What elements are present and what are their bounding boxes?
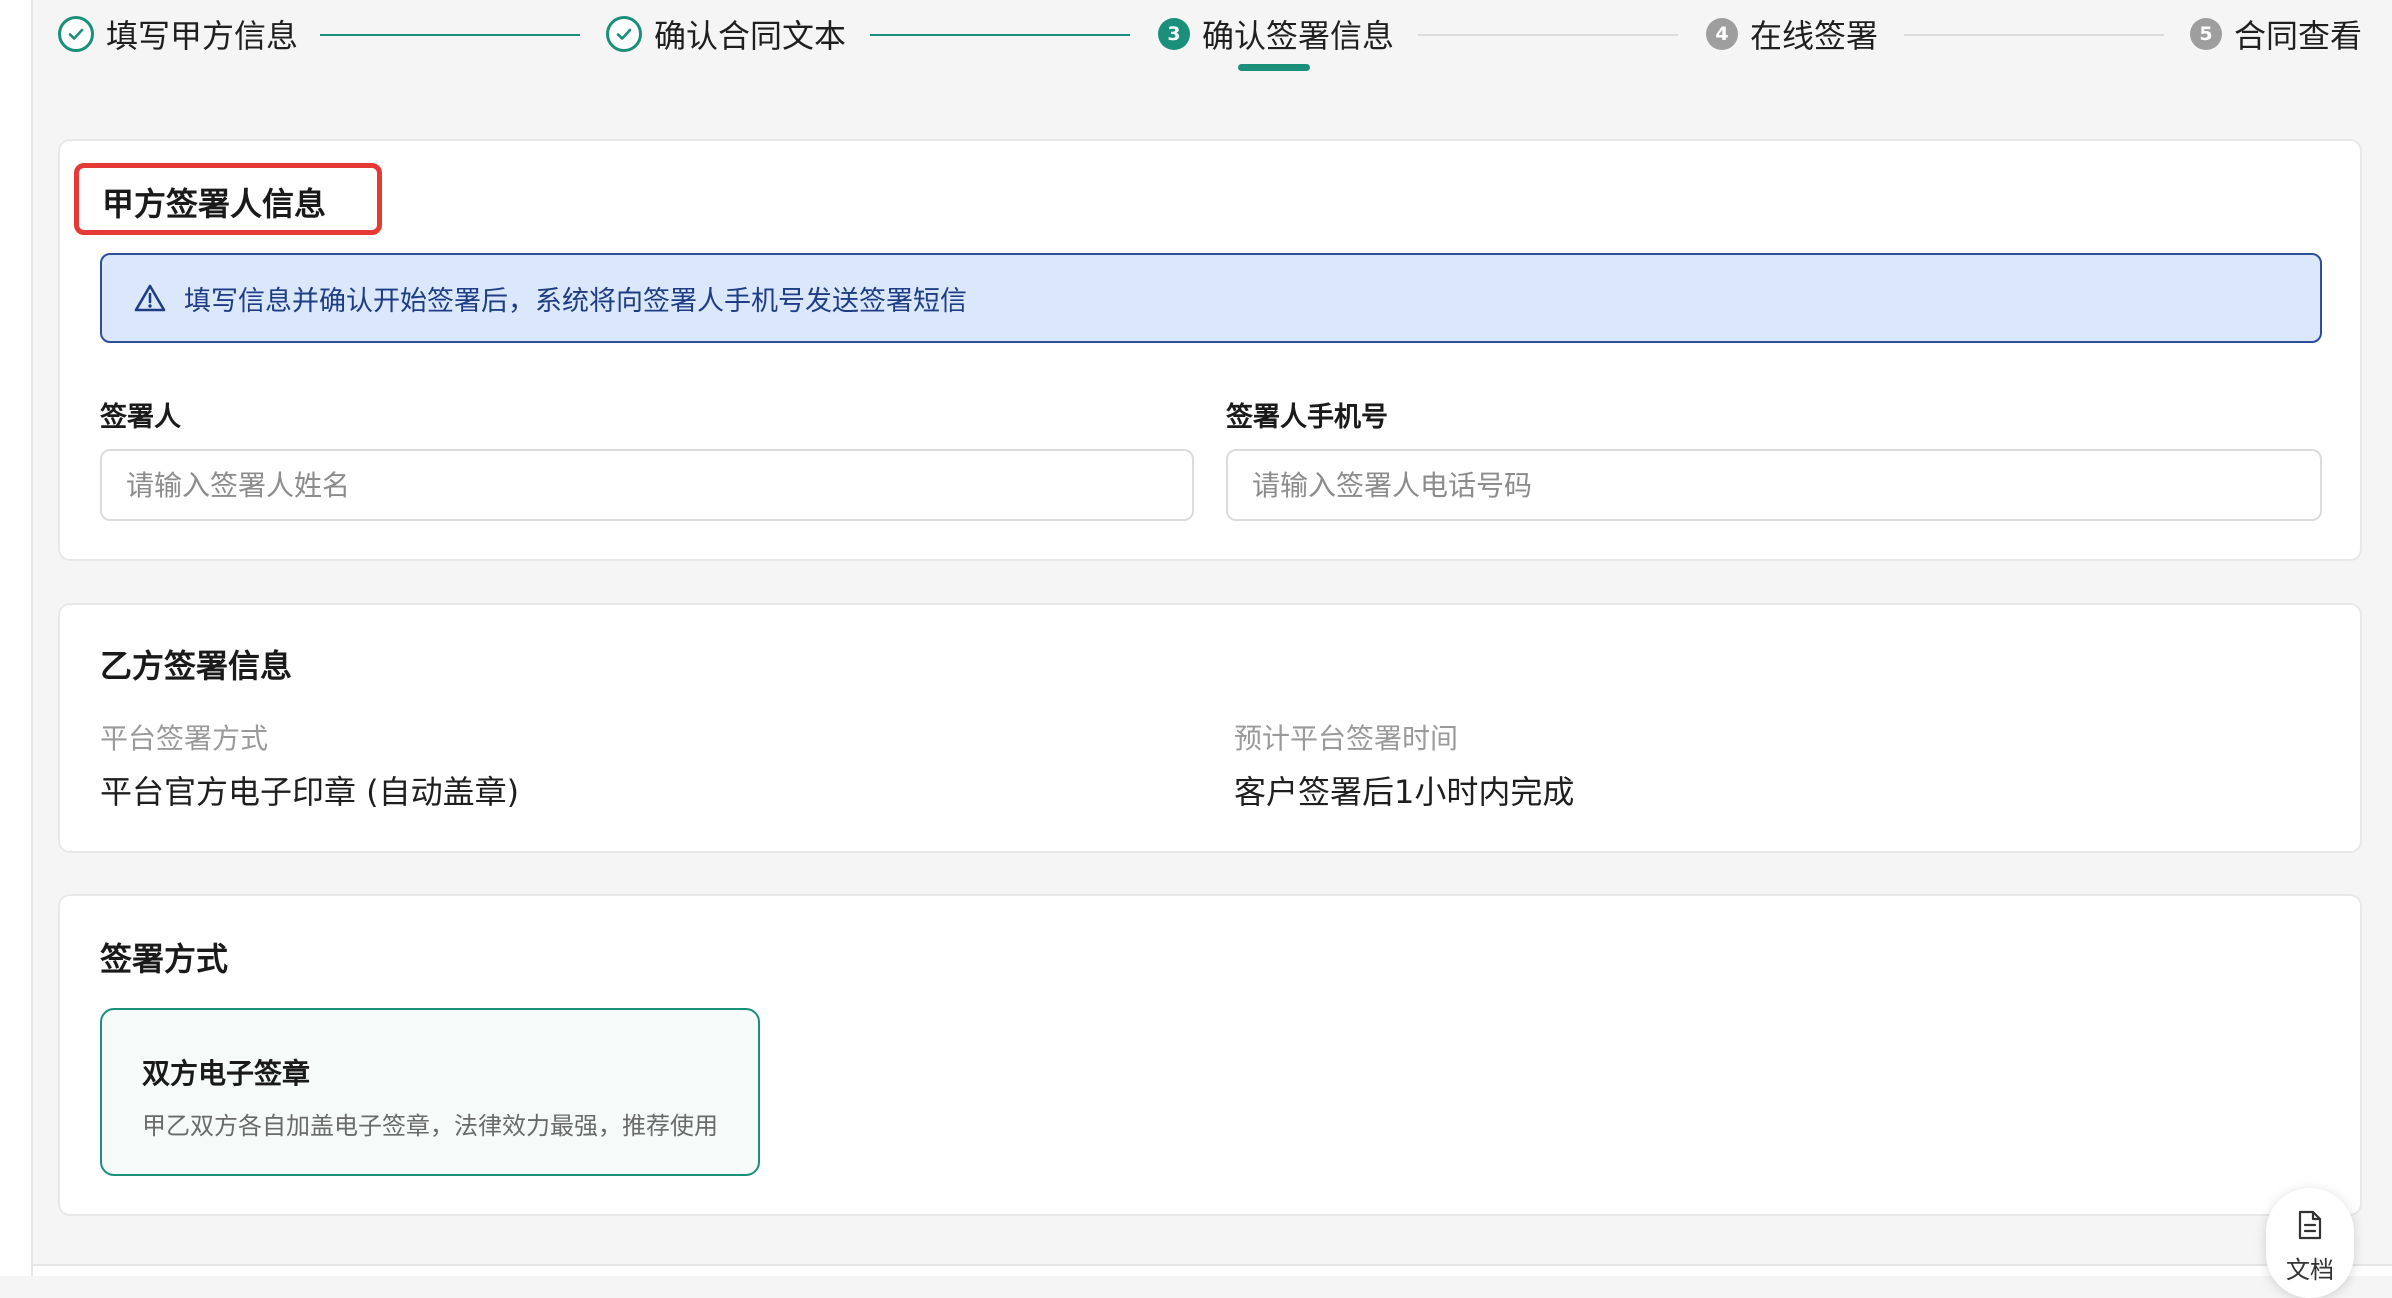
step-label: 确认合同文本	[654, 17, 847, 55]
party-a-signer-card: 甲方签署人信息 填写信息并确认开始签署后，系统将向签署人手机号发送签署短信 签署…	[58, 139, 2362, 561]
method-option-description: 甲乙双方各自加盖电子签章，法律效力最强，推荐使用	[142, 1112, 718, 1140]
doc-floating-button[interactable]: 文档	[2266, 1188, 2354, 1298]
step-connector	[320, 34, 580, 36]
info-alert: 填写信息并确认开始签署后，系统将向签署人手机号发送签署短信	[100, 253, 2322, 343]
signer-phone-input[interactable]	[1226, 449, 2322, 521]
step-fill-party-a[interactable]: 填写甲方信息	[58, 8, 298, 60]
step-confirm-contract[interactable]: 确认合同文本	[606, 8, 846, 60]
platform-method-label: 平台签署方式	[100, 722, 269, 755]
step-label: 确认签署信息	[1202, 17, 1395, 55]
section-title: 乙方签署信息	[100, 647, 293, 685]
step-label: 填写甲方信息	[106, 17, 299, 55]
platform-method-value: 平台官方电子印章 (自动盖章)	[100, 773, 520, 811]
step-number-badge: 5	[2190, 18, 2222, 50]
section-title: 签署方式	[100, 940, 229, 978]
document-icon	[2297, 1210, 2323, 1244]
estimated-time-value: 客户签署后1小时内完成	[1234, 773, 1575, 811]
signing-method-card: 签署方式 双方电子签章 甲乙双方各自加盖电子签章，法律效力最强，推荐使用	[58, 894, 2362, 1216]
active-step-indicator	[1238, 64, 1310, 71]
step-confirm-signing-info[interactable]: 3 确认签署信息	[1158, 8, 1394, 60]
step-number-badge: 3	[1158, 18, 1190, 50]
doc-button-label: 文档	[2286, 1256, 2334, 1284]
signer-name-input[interactable]	[100, 449, 1194, 521]
check-circle-icon	[606, 16, 642, 52]
check-circle-icon	[58, 16, 94, 52]
footer-edge	[33, 1264, 2392, 1276]
estimated-time-label: 预计平台签署时间	[1234, 722, 1459, 755]
signer-phone-label: 签署人手机号	[1226, 402, 1388, 433]
step-online-signing[interactable]: 4 在线签署	[1706, 8, 1878, 60]
progress-stepper: 填写甲方信息 确认合同文本 3 确认签署信息 4 在线签署 5 合同查看	[58, 8, 2368, 68]
step-label: 合同查看	[2234, 17, 2363, 55]
step-view-contract[interactable]: 5 合同查看	[2190, 8, 2362, 60]
signer-name-label: 签署人	[100, 402, 181, 433]
alert-message: 填写信息并确认开始签署后，系统将向签署人手机号发送签署短信	[184, 285, 967, 317]
method-option-dual-esign[interactable]: 双方电子签章 甲乙双方各自加盖电子签章，法律效力最强，推荐使用	[100, 1008, 760, 1176]
step-connector	[1418, 34, 1678, 36]
section-title: 甲方签署人信息	[102, 185, 327, 223]
party-b-signing-card: 乙方签署信息 平台签署方式 平台官方电子印章 (自动盖章) 预计平台签署时间 客…	[58, 603, 2362, 853]
step-label: 在线签署	[1750, 17, 1879, 55]
step-number-badge: 4	[1706, 18, 1738, 50]
step-connector	[1904, 34, 2164, 36]
warning-icon	[134, 281, 168, 315]
left-panel-edge	[0, 0, 33, 1276]
step-connector	[870, 34, 1130, 36]
method-option-title: 双方电子签章	[142, 1057, 311, 1090]
